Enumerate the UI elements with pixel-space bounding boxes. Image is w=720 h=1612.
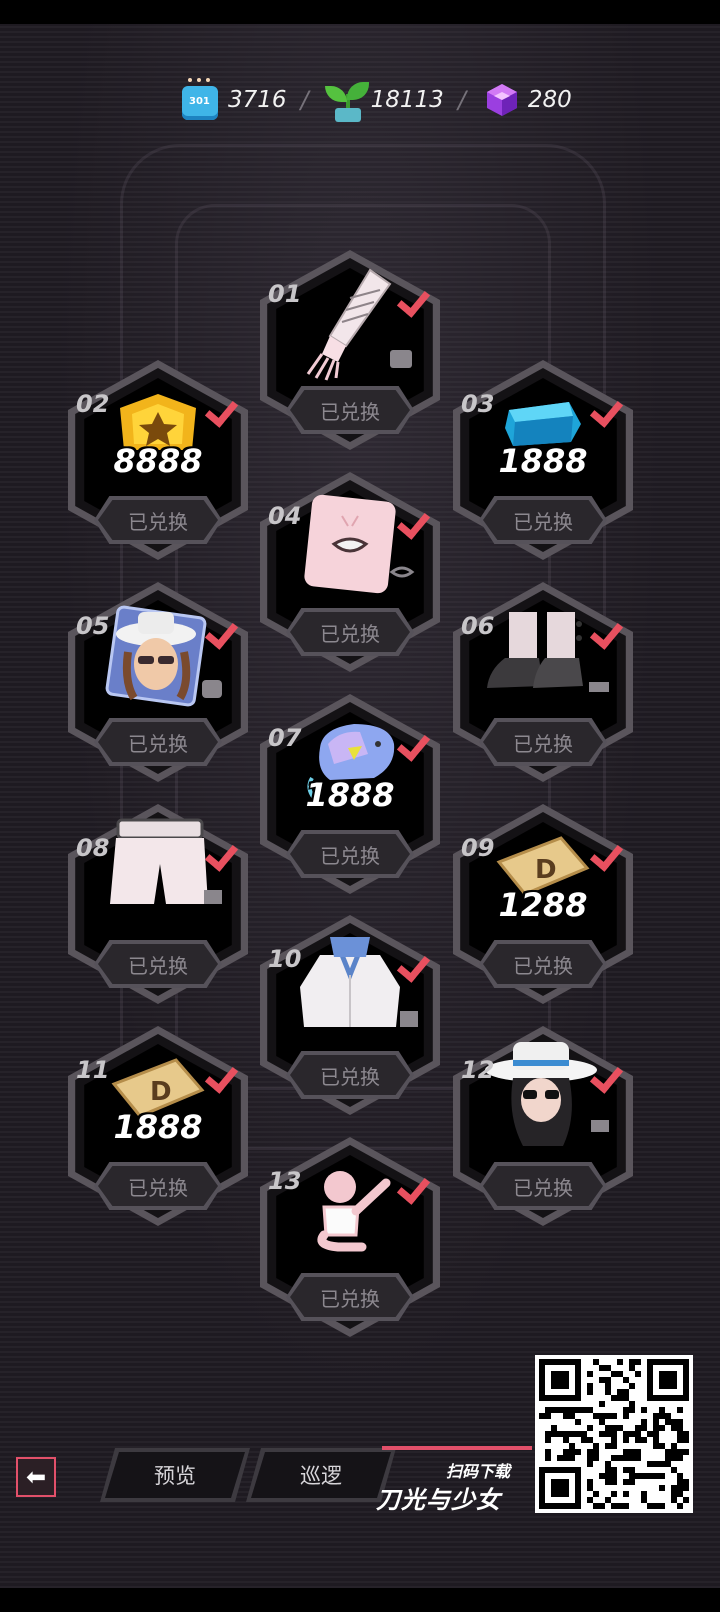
- reward-item-05[interactable]: 05 已兑换: [58, 582, 258, 782]
- reward-item-03[interactable]: 03 1888 已兑换: [443, 360, 643, 560]
- back-arrow-icon: ⬅: [25, 1463, 47, 1491]
- reward-amount: 1888: [113, 1108, 203, 1146]
- reward-item-11[interactable]: D 11 1888 已兑换: [58, 1026, 258, 1226]
- redeemed-button[interactable]: 已兑换: [98, 500, 218, 540]
- redeemed-button[interactable]: 已兑换: [290, 1277, 410, 1317]
- reward-number: 02: [76, 390, 110, 418]
- check-icon: [208, 1054, 242, 1082]
- status-bar: [0, 0, 720, 24]
- currency-cube: 280: [480, 78, 572, 122]
- scan-download-label: 扫码下载: [446, 1462, 511, 1481]
- check-icon: [208, 388, 242, 416]
- check-icon: [400, 943, 434, 971]
- reward-number: 12: [461, 1056, 495, 1084]
- reward-item-08[interactable]: 08 已兑换: [58, 804, 258, 1004]
- currency-ticket: 301 3716: [180, 78, 287, 122]
- purple-cube-icon: [480, 78, 524, 122]
- redeemed-button[interactable]: 已兑换: [483, 944, 603, 984]
- ticket-count: 3716: [228, 87, 287, 113]
- check-icon: [400, 1165, 434, 1193]
- reward-amount: 1288: [498, 886, 588, 924]
- redeemed-button[interactable]: 已兑换: [98, 722, 218, 762]
- reward-number: 08: [76, 834, 110, 862]
- back-button[interactable]: ⬅: [16, 1457, 56, 1497]
- svg-text:D: D: [535, 855, 557, 885]
- game-name-logo: 刀光与少女: [376, 1486, 501, 1514]
- reward-amount: 1888: [305, 776, 395, 814]
- sprout-count: 18113: [370, 87, 444, 113]
- reward-number: 13: [268, 1167, 302, 1195]
- reward-number: 09: [461, 834, 495, 862]
- reward-item-01[interactable]: 01 已兑换: [250, 250, 450, 450]
- svg-text:D: D: [150, 1077, 172, 1107]
- preview-button[interactable]: 预览: [105, 1452, 245, 1498]
- reward-number: 06: [461, 612, 495, 640]
- currency-sprout: 18113: [323, 78, 444, 122]
- reward-number: 05: [76, 612, 110, 640]
- check-icon: [208, 832, 242, 860]
- navigation-bar: [0, 1588, 720, 1612]
- game-brand: 扫码下载 刀光与少女: [372, 1444, 532, 1514]
- redeemed-button[interactable]: 已兑换: [483, 500, 603, 540]
- check-icon: [593, 1054, 627, 1082]
- reward-item-04[interactable]: 04 已兑换: [250, 472, 450, 672]
- redeemed-button[interactable]: 已兑换: [98, 1166, 218, 1206]
- redeemed-button[interactable]: 已兑换: [290, 1055, 410, 1095]
- redeemed-button[interactable]: 已兑换: [290, 834, 410, 874]
- reward-item-07[interactable]: 07 1888 已兑换: [250, 694, 450, 894]
- redeemed-button[interactable]: 已兑换: [483, 722, 603, 762]
- reward-item-10[interactable]: 10 已兑换: [250, 915, 450, 1115]
- reward-number: 11: [76, 1056, 110, 1084]
- patrol-button[interactable]: 巡逻: [251, 1452, 391, 1498]
- reward-number: 07: [268, 724, 302, 752]
- separator: /: [300, 86, 309, 114]
- reward-number: 04: [268, 502, 302, 530]
- check-icon: [400, 722, 434, 750]
- redeemed-button[interactable]: 已兑换: [98, 944, 218, 984]
- qr-code: [535, 1355, 693, 1513]
- reward-number: 01: [268, 280, 302, 308]
- redeemed-button[interactable]: 已兑换: [483, 1166, 603, 1206]
- currency-bar: 301 3716 / 18113 / 280: [180, 72, 572, 128]
- reward-item-13[interactable]: 13 已兑换: [250, 1137, 450, 1337]
- reward-amount: 8888: [113, 442, 203, 480]
- redeemed-button[interactable]: 已兑换: [290, 612, 410, 652]
- ticket-icon: 301: [180, 78, 224, 122]
- reward-item-02[interactable]: 02 8888 已兑换: [58, 360, 258, 560]
- sprout-icon: [323, 78, 369, 122]
- reward-item-12[interactable]: 12 已兑换: [443, 1026, 643, 1226]
- reward-item-06[interactable]: 06 已兑换: [443, 582, 643, 782]
- redeemed-button[interactable]: 已兑换: [290, 390, 410, 430]
- check-icon: [593, 388, 627, 416]
- check-icon: [208, 610, 242, 638]
- cube-count: 280: [527, 87, 572, 113]
- check-icon: [593, 610, 627, 638]
- reward-number: 03: [461, 390, 495, 418]
- check-icon: [400, 500, 434, 528]
- reward-number: 10: [268, 945, 302, 973]
- glove-tag-icon: [390, 350, 412, 368]
- reward-item-09[interactable]: D 09 1288 已兑换: [443, 804, 643, 1004]
- check-icon: [593, 832, 627, 860]
- check-icon: [400, 278, 434, 306]
- separator: /: [457, 86, 466, 114]
- reward-amount: 1888: [498, 442, 588, 480]
